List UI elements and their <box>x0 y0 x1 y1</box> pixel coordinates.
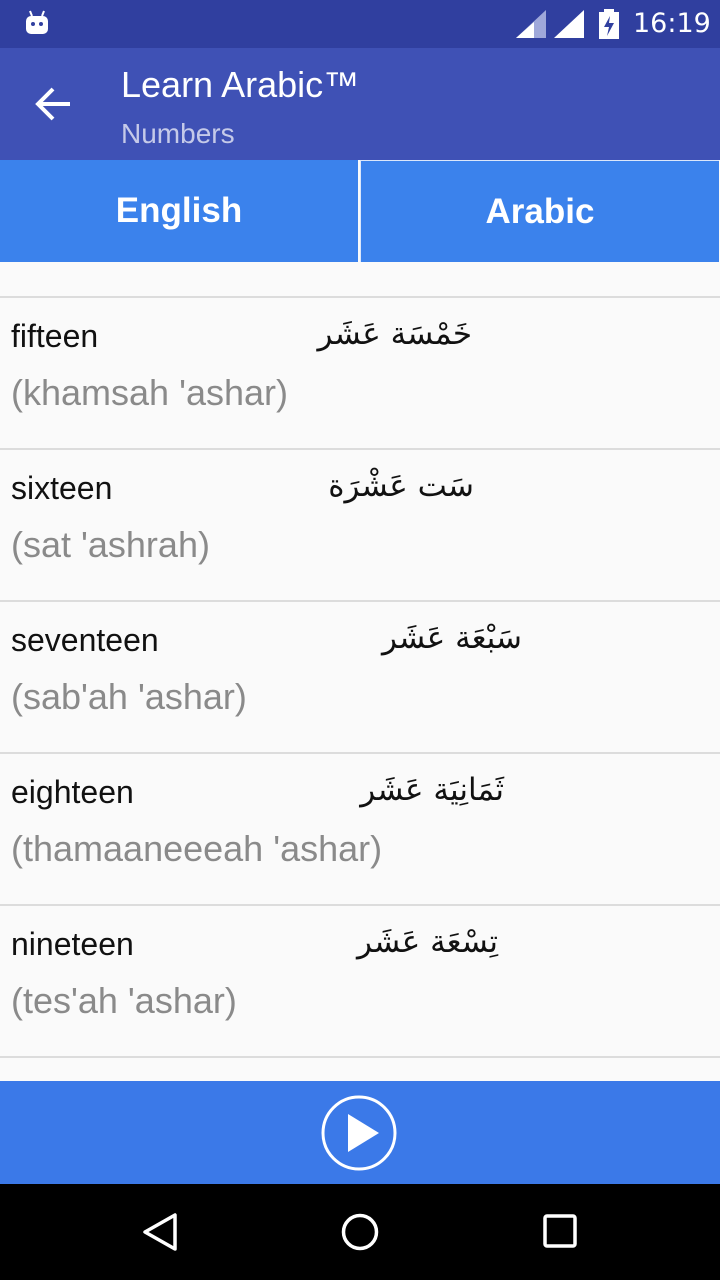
list-item-partial[interactable] <box>0 1058 720 1081</box>
list-item[interactable]: eighteen ثَمَانِيَة عَشَر (thamaaneeeah … <box>0 754 720 906</box>
arabic-word: ثَمَانِيَة عَشَر <box>360 772 504 808</box>
list-item[interactable]: sixteen سَت عَشْرَة (sat 'ashrah) <box>0 450 720 602</box>
arabic-word: سَت عَشْرَة <box>328 468 474 504</box>
list-item[interactable]: nineteen تِسْعَة عَشَر (tes'ah 'ashar) <box>0 906 720 1058</box>
app-subtitle: Numbers <box>121 118 235 149</box>
arabic-word: تِسْعَة عَشَر <box>357 924 498 960</box>
transliteration: (khamsah 'ashar) <box>11 372 288 413</box>
tab-arabic[interactable]: Arabic <box>360 160 719 262</box>
english-word: eighteen <box>11 774 134 810</box>
nav-home-icon[interactable] <box>340 1212 380 1252</box>
language-tabs: English Arabic <box>0 160 720 263</box>
app-bar: Learn Arabic™ Numbers <box>0 48 720 160</box>
english-word: sixteen <box>11 470 113 506</box>
android-notification-icon <box>26 10 48 34</box>
arabic-word: سَبْعَة عَشَر <box>381 620 522 656</box>
system-nav-bar <box>0 1184 720 1280</box>
tab-arabic-label: Arabic <box>485 191 595 231</box>
transliteration: (sat 'ashrah) <box>11 524 210 565</box>
signal-icon <box>516 10 546 38</box>
play-button-icon[interactable] <box>321 1095 397 1171</box>
tab-english-label: English <box>115 191 243 230</box>
nav-back-icon[interactable] <box>140 1212 180 1252</box>
list-item[interactable]: fifteen خَمْسَة عَشَر (khamsah 'ashar) <box>0 298 720 450</box>
transliteration: (tes'ah 'ashar) <box>11 980 237 1021</box>
transliteration: (thamaaneeeah 'ashar) <box>11 828 383 869</box>
wifi-signal-icon <box>554 10 584 38</box>
phrase-list[interactable]: fifteen خَمْسَة عَشَر (khamsah 'ashar) s… <box>0 296 720 1081</box>
tab-english[interactable]: English <box>0 160 358 262</box>
english-word: nineteen <box>11 926 134 962</box>
status-bar: 16:19 <box>0 0 720 48</box>
battery-charging-icon <box>599 9 619 39</box>
list-item[interactable]: seventeen سَبْعَة عَشَر (sab'ah 'ashar) <box>0 602 720 754</box>
back-arrow-icon[interactable] <box>34 86 74 122</box>
nav-recents-icon[interactable] <box>541 1212 581 1252</box>
app-title: Learn Arabic™ <box>121 64 360 105</box>
play-bar <box>0 1081 720 1184</box>
transliteration: (sab'ah 'ashar) <box>11 676 247 717</box>
english-word: seventeen <box>11 622 159 658</box>
arabic-word: خَمْسَة عَشَر <box>317 316 472 352</box>
english-word: fifteen <box>11 318 99 354</box>
status-time: 16:19 <box>633 8 711 39</box>
